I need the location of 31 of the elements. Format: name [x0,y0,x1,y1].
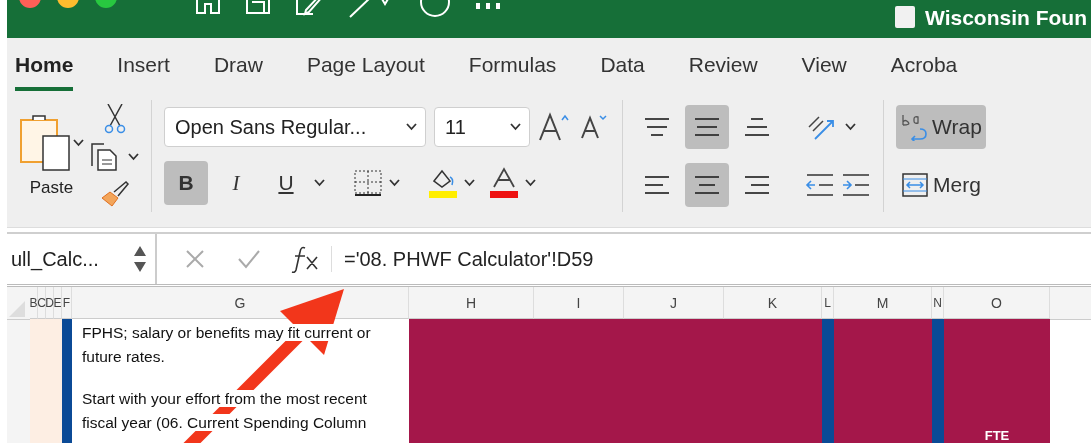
underline-button[interactable]: U [264,161,308,205]
ribbon-tab[interactable]: Page Layout [306,39,425,91]
column-header[interactable]: G [72,287,409,319]
paste-label: Paste [29,178,74,198]
column-header[interactable]: K [724,287,822,319]
font-name-select[interactable]: Open Sans Regular... [164,107,426,147]
column-header[interactable]: L [822,287,834,319]
cell-text: FTE [984,429,1010,443]
font-size-select[interactable]: 11 [434,107,530,147]
column-header[interactable]: F [62,287,72,319]
italic-button[interactable]: I [214,161,258,205]
column-header[interactable]: H [409,287,534,319]
ribbon-tab[interactable]: Data [600,39,645,91]
column-header[interactable]: M [834,287,932,319]
ribbon-tab[interactable]: Review [688,39,758,91]
column-header[interactable]: I [534,287,624,319]
column-header[interactable]: O [944,287,1050,319]
ribbon-tab[interactable]: View [801,39,847,91]
formula-field[interactable]: ='08. PHWF Calculator'!D59 [344,247,594,271]
merge-button[interactable]: Merg [896,163,986,207]
ribbon-tab[interactable]: Formulas [468,39,557,91]
wrap-text-button[interactable]: Wrap [896,105,986,149]
ribbon-tab[interactable]: Acroba [890,39,958,91]
bold-button[interactable]: B [164,161,208,205]
ribbon-tab[interactable]: Draw [213,39,263,91]
name-box[interactable]: ull_Calc... [7,234,157,284]
cell-text: Start with your effort from the most recent fiscal year (06. Current Spending Column [82,389,368,433]
window-title: Wisconsin Foun [925,6,1087,30]
column-header[interactable]: J [624,287,724,319]
ribbon-tab[interactable]: Insert [117,39,170,91]
column-header[interactable]: N [932,287,944,319]
